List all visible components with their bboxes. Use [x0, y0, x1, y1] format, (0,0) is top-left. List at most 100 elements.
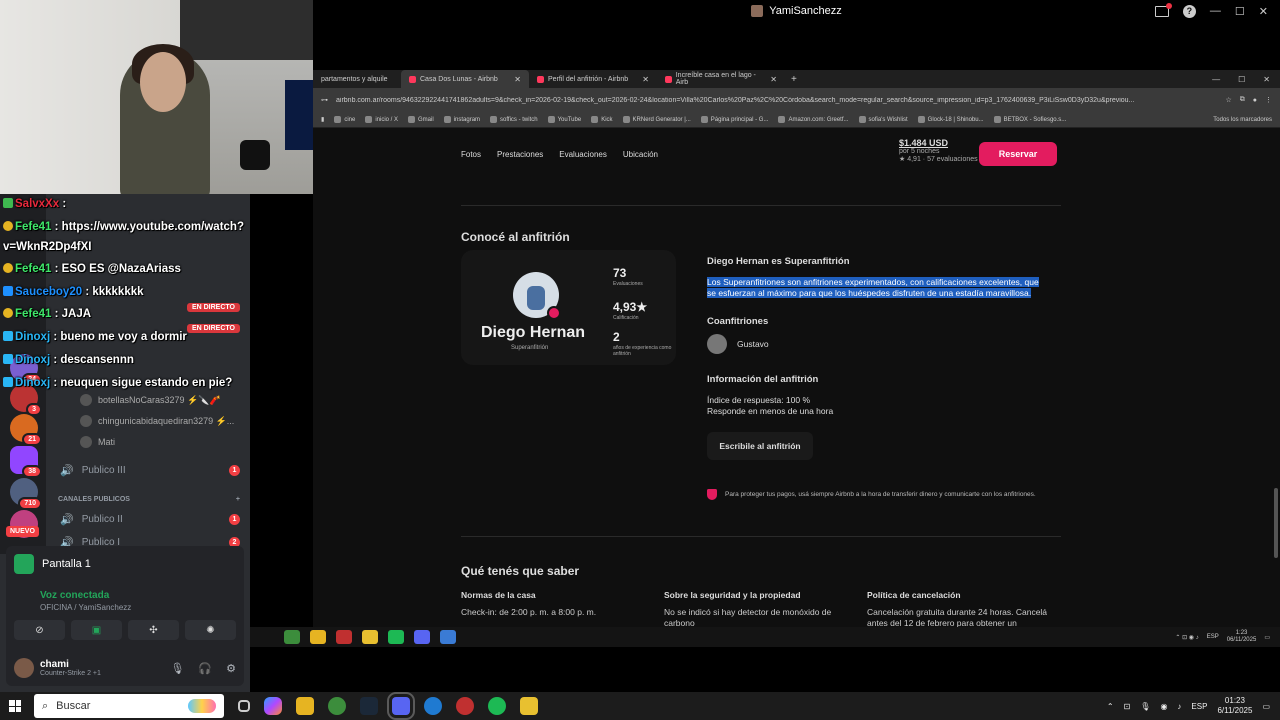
app-icon[interactable]	[336, 630, 352, 644]
tab[interactable]: partamentos y alquile	[313, 70, 401, 88]
voice-channel-publico-iii[interactable]: 🔊 Publico III 1	[60, 464, 240, 477]
host-card[interactable]: Diego Hernan Superanfitrión 73 Evaluacion…	[461, 250, 676, 365]
bookmark-item[interactable]: Kick	[591, 116, 613, 123]
gear-icon[interactable]: ⚙	[226, 662, 236, 675]
file-explorer-icon[interactable]	[296, 697, 314, 715]
help-icon[interactable]: ?	[1182, 4, 1196, 18]
page-scrollbar[interactable]	[1274, 488, 1278, 558]
discord-icon[interactable]	[414, 630, 430, 644]
chrome-icon[interactable]	[284, 630, 300, 644]
voice-member[interactable]: chingunicabidaquediran3279 ⚡...	[80, 415, 234, 427]
bookmark-item[interactable]: BETBOX - Sofiesgo.s...	[993, 116, 1066, 123]
tab[interactable]: Increíble casa en el lago - Airb ✕	[657, 70, 785, 88]
volume-icon[interactable]: ♪	[1177, 702, 1181, 711]
soundboard-button[interactable]: ✺	[185, 620, 236, 640]
windows-icon[interactable]	[258, 630, 274, 644]
bookmark-item[interactable]: sofia's Wishlist	[858, 116, 908, 123]
chrome-icon[interactable]	[328, 697, 346, 715]
server-icon[interactable]: 21	[10, 414, 42, 446]
all-bookmarks[interactable]: Todos los marcadores	[1213, 117, 1272, 123]
tab[interactable]: Casa Dos Lunas - Airbnb ✕	[401, 70, 529, 88]
language-indicator[interactable]: ESP	[1191, 702, 1207, 711]
mic-tray-icon[interactable]: 🎙	[1140, 702, 1150, 711]
new-tab-button[interactable]: +	[791, 74, 797, 85]
network-icon[interactable]: ⊡	[1124, 702, 1131, 711]
tab[interactable]: Perfil del anfitrión - Airbnb ✕	[529, 70, 657, 88]
wifi-icon[interactable]: ◉	[1160, 702, 1167, 711]
nav-prestaciones[interactable]: Prestaciones	[497, 150, 543, 159]
bookmark-item[interactable]: inicio / X	[365, 116, 398, 123]
bookmark-item[interactable]: soffics - twitch	[490, 116, 538, 123]
minimize-button[interactable]: —	[1210, 5, 1221, 17]
know-section-title: Qué tenés que saber	[461, 564, 580, 578]
folder-icon[interactable]	[310, 630, 326, 644]
nav-evaluaciones[interactable]: Evaluaciones	[559, 150, 607, 159]
bookmark-item[interactable]: instagram	[443, 116, 480, 123]
screen-share-button[interactable]: ▣	[71, 620, 122, 640]
bookmark-item[interactable]: Página principal - G...	[700, 116, 768, 123]
profile-icon[interactable]: ●	[1253, 97, 1257, 104]
nav-ubicacion[interactable]: Ubicación	[623, 150, 658, 159]
edge-icon[interactable]	[424, 697, 442, 715]
voice-member[interactable]: Mati	[80, 436, 115, 448]
app-icon[interactable]	[362, 630, 378, 644]
clock[interactable]: 01:23 6/11/2025	[1217, 696, 1252, 716]
bookmark-item[interactable]: cine	[334, 116, 355, 123]
monitor-icon[interactable]	[1154, 2, 1172, 17]
add-channel-icon[interactable]: +	[236, 496, 240, 503]
browser-maximize-button[interactable]: ☐	[1238, 75, 1245, 84]
sidebar-toggle-icon[interactable]: ▮	[321, 116, 324, 123]
voice-member[interactable]: botellasNoCaras3279 ⚡🔪🧨	[80, 394, 221, 406]
search-placeholder: Buscar	[56, 700, 91, 712]
close-tab-icon[interactable]: ✕	[770, 75, 777, 84]
category-header[interactable]: CANALES PUBLICOS +	[58, 496, 240, 503]
nav-fotos[interactable]: Fotos	[461, 150, 481, 159]
voice-channel-publico-ii[interactable]: 🔊 Publico II 1	[60, 513, 240, 526]
star-icon[interactable]: ☆	[1225, 96, 1231, 104]
clock[interactable]: 1:23 06/11/2025	[1227, 630, 1257, 644]
reserve-button[interactable]: Reservar	[979, 142, 1057, 166]
app-icon[interactable]	[520, 697, 538, 715]
app-icon[interactable]	[456, 697, 474, 715]
menu-icon[interactable]: ⋮	[1265, 96, 1272, 104]
cohost[interactable]: Gustavo	[707, 334, 769, 354]
mic-icon[interactable]: 🎙	[170, 662, 184, 675]
contact-host-button[interactable]: Escribile al anfitrión	[707, 432, 813, 460]
voice-connection[interactable]: Voz conectada OFICINA / YamiSanchezz	[40, 590, 131, 612]
browser-minimize-button[interactable]: —	[1212, 75, 1220, 84]
user-avatar[interactable]	[14, 658, 34, 678]
taskbar-search[interactable]: ⌕ Buscar	[34, 694, 224, 718]
screen-share-row[interactable]: Pantalla 1	[14, 554, 91, 574]
chevron-up-icon[interactable]: ⌃	[1107, 702, 1114, 711]
bookmark-item[interactable]: Gmail	[408, 116, 434, 123]
bookmark-item[interactable]: YouTube	[547, 116, 581, 123]
task-view-icon[interactable]	[238, 700, 250, 712]
language-indicator[interactable]: ESP	[1207, 634, 1219, 640]
server-icon[interactable]: 710	[10, 478, 42, 510]
start-button[interactable]	[0, 692, 30, 720]
site-info-icon[interactable]: ⊶	[321, 96, 328, 104]
bookmark-item[interactable]: Amazon.com: Greetf...	[778, 116, 849, 123]
browser-close-button[interactable]: ✕	[1263, 75, 1270, 84]
spotify-icon[interactable]	[488, 697, 506, 715]
notification-icon[interactable]: ▭	[1262, 702, 1270, 711]
copilot-icon[interactable]	[264, 697, 282, 715]
discord-icon[interactable]	[387, 692, 415, 720]
activities-button[interactable]: ✣	[128, 620, 179, 640]
maximize-button[interactable]: ☐	[1235, 5, 1245, 18]
server-icon[interactable]: 38	[10, 446, 42, 478]
bookmark-item[interactable]: Glock-18 | Shinobu...	[917, 116, 984, 123]
camera-off-button[interactable]: ⊘	[14, 620, 65, 640]
app-icon[interactable]	[440, 630, 456, 644]
bookmark-item[interactable]: KRNerd Generator |...	[622, 116, 691, 123]
headphones-icon[interactable]: 🎧	[198, 662, 212, 675]
spotify-icon[interactable]	[388, 630, 404, 644]
notification-icon[interactable]: ▭	[1264, 634, 1270, 641]
extensions-icon[interactable]: ⧉	[1240, 96, 1245, 104]
close-tab-icon[interactable]: ✕	[514, 75, 521, 84]
close-tab-icon[interactable]: ✕	[642, 75, 649, 84]
close-button[interactable]: ✕	[1259, 5, 1268, 18]
steam-icon[interactable]	[360, 697, 378, 715]
tray-icons[interactable]: ⌃ ⊡ ◉ ♪	[1175, 634, 1198, 641]
url-field[interactable]: airbnb.com.ar/rooms/946322922441741862ad…	[336, 97, 1217, 104]
